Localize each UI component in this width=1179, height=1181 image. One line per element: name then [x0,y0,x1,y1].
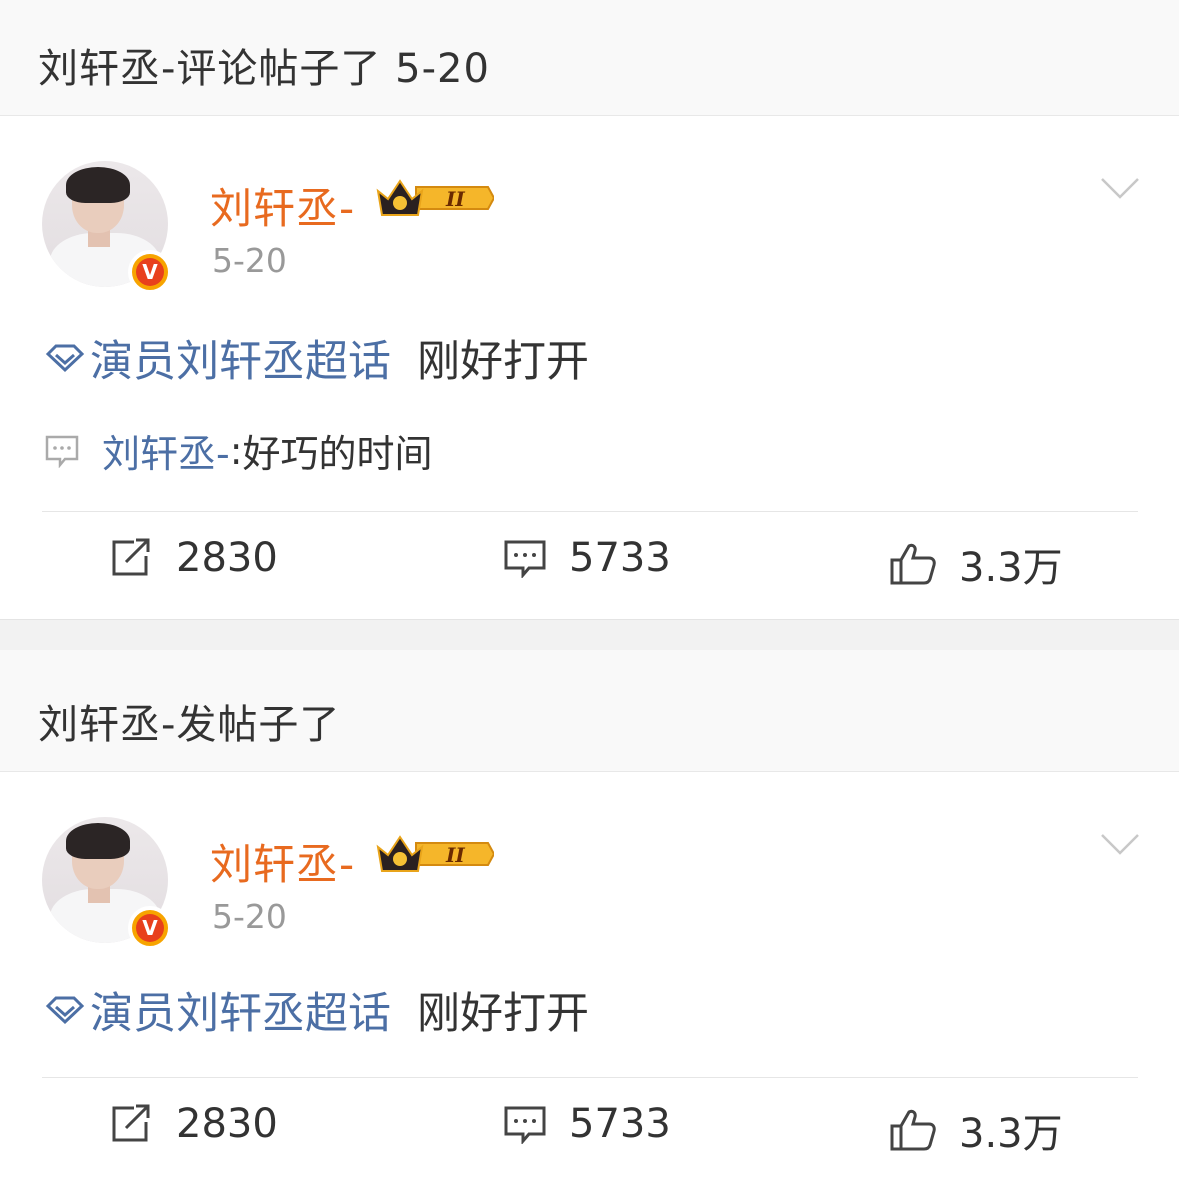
post-text: 刚好打开 [417,989,589,1039]
topic-link[interactable]: 演员刘轩丞超话 [90,327,391,389]
comment-button[interactable]: 5733 [503,1101,671,1147]
repost-button[interactable]: 2830 [110,1101,278,1147]
comment-icon [504,540,546,578]
post-text: 刚好打开 [417,337,589,387]
verified-v-icon: V [128,906,172,950]
divider [42,511,1138,512]
section-separator [0,619,1179,650]
crown-vip-icon[interactable]: II [376,833,494,875]
post-content: 演员刘轩丞超话 刚好打开 [44,327,589,389]
comment-icon [504,1106,546,1144]
like-count: 3.3万 [959,545,1063,591]
vip-level: II [445,843,465,867]
thumbs-up-icon [890,543,936,585]
repost-icon [112,538,150,576]
verified-v-icon: V [128,250,172,294]
comment-text: 好巧的时间 [242,432,433,476]
divider [42,1077,1138,1078]
repost-count: 2830 [176,535,278,581]
post-actions: 2830 5733 3.3万 [0,535,1179,595]
section-header: 刘轩丞-发帖子了 [0,650,1179,772]
section-title: 刘轩丞-评论帖子了 5-20 [38,46,490,92]
comment-count: 5733 [569,1101,671,1147]
thumbs-up-icon [890,1109,936,1151]
repost-count: 2830 [176,1101,278,1147]
section-header: 刘轩丞-评论帖子了 5-20 [0,0,1179,116]
comment-author[interactable]: 刘轩丞- [102,423,230,478]
vip-level: II [445,187,465,211]
diamond-topic-icon [45,996,85,1025]
post-content: 演员刘轩丞超话 刚好打开 [44,979,589,1041]
comment-count: 5733 [569,535,671,581]
like-button[interactable]: 3.3万 [889,535,1063,593]
chevron-down-icon[interactable] [1100,831,1140,857]
topic-link[interactable]: 演员刘轩丞超话 [90,979,391,1041]
diamond-topic-icon [45,344,85,373]
like-button[interactable]: 3.3万 [889,1101,1063,1159]
comment-preview[interactable]: 刘轩丞- : 好巧的时间 [44,423,433,478]
post-actions: 2830 5733 3.3万 [0,1101,1179,1161]
comment-button[interactable]: 5733 [503,535,671,581]
repost-icon [112,1104,150,1142]
post-date: 5-20 [212,897,287,936]
post-username[interactable]: 刘轩丞- [210,175,355,236]
section-title: 刘轩丞-发帖子了 [38,702,341,748]
like-count: 3.3万 [959,1111,1063,1157]
repost-button[interactable]: 2830 [110,535,278,581]
post-date: 5-20 [212,241,287,280]
post-username[interactable]: 刘轩丞- [210,831,355,892]
comment-separator: : [229,428,243,473]
post-card[interactable]: V 刘轩丞- II 5-20 演员刘轩丞超话 刚好打开 刘轩丞- : 好巧的时间 [0,117,1179,619]
chevron-down-icon[interactable] [1100,175,1140,201]
crown-vip-icon[interactable]: II [376,177,494,219]
post-card[interactable]: V 刘轩丞- II 5-20 演员刘轩丞超话 刚好打开 2830 5733 3.… [0,773,1179,1181]
comment-icon [45,435,79,468]
